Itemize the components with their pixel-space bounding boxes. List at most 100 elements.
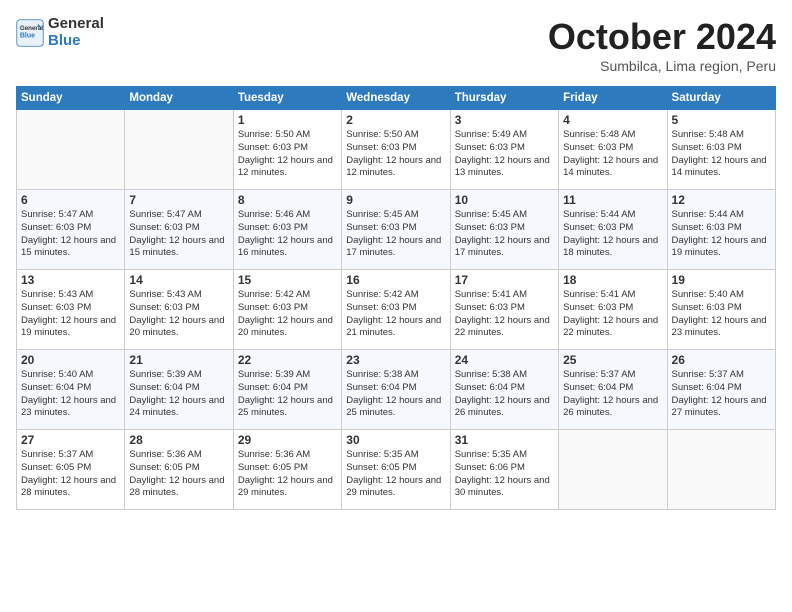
cell-info: Sunrise: 5:50 AM Sunset: 6:03 PM Dayligh…	[238, 129, 337, 180]
day-number: 21	[129, 353, 228, 367]
calendar-week-row: 6 Sunrise: 5:47 AM Sunset: 6:03 PM Daylig…	[17, 190, 776, 270]
calendar-cell: 5 Sunrise: 5:48 AM Sunset: 6:03 PM Daylig…	[667, 110, 775, 190]
month-title: October 2024	[548, 16, 776, 58]
day-number: 6	[21, 193, 120, 207]
cell-info: Sunrise: 5:45 AM Sunset: 6:03 PM Dayligh…	[346, 209, 445, 260]
calendar-cell: 14 Sunrise: 5:43 AM Sunset: 6:03 PM Dayli…	[125, 270, 233, 350]
day-number: 1	[238, 113, 337, 127]
svg-text:Blue: Blue	[20, 32, 35, 39]
cell-info: Sunrise: 5:48 AM Sunset: 6:03 PM Dayligh…	[672, 129, 771, 180]
day-number: 3	[455, 113, 554, 127]
weekday-header: Friday	[559, 87, 667, 110]
day-number: 31	[455, 433, 554, 447]
cell-info: Sunrise: 5:37 AM Sunset: 6:05 PM Dayligh…	[21, 449, 120, 500]
weekday-header: Monday	[125, 87, 233, 110]
weekday-header: Saturday	[667, 87, 775, 110]
logo-text: General Blue	[48, 16, 104, 49]
day-number: 25	[563, 353, 662, 367]
cell-info: Sunrise: 5:42 AM Sunset: 6:03 PM Dayligh…	[238, 289, 337, 340]
day-number: 16	[346, 273, 445, 287]
cell-info: Sunrise: 5:47 AM Sunset: 6:03 PM Dayligh…	[21, 209, 120, 260]
calendar-cell: 3Sunrise: 5:49 AM Sunset: 6:03 PM Daylig…	[450, 110, 558, 190]
calendar-cell: 30 Sunrise: 5:35 AM Sunset: 6:05 PM Dayli…	[342, 430, 450, 510]
title-area: October 2024 Sumbilca, Lima region, Peru	[548, 16, 776, 74]
cell-info: Sunrise: 5:36 AM Sunset: 6:05 PM Dayligh…	[129, 449, 228, 500]
weekday-header: Sunday	[17, 87, 125, 110]
calendar-cell: 24Sunrise: 5:38 AM Sunset: 6:04 PM Dayli…	[450, 350, 558, 430]
calendar-cell: 18 Sunrise: 5:41 AM Sunset: 6:03 PM Dayli…	[559, 270, 667, 350]
calendar-cell: 2 Sunrise: 5:50 AM Sunset: 6:03 PM Daylig…	[342, 110, 450, 190]
calendar: SundayMondayTuesdayWednesdayThursdayFrid…	[16, 86, 776, 510]
cell-info: Sunrise: 5:44 AM Sunset: 6:03 PM Dayligh…	[672, 209, 771, 260]
cell-info: Sunrise: 5:41 AM Sunset: 6:03 PM Dayligh…	[563, 289, 662, 340]
cell-info: Sunrise: 5:40 AM Sunset: 6:03 PM Dayligh…	[672, 289, 771, 340]
cell-info: Sunrise: 5:38 AM Sunset: 6:04 PM Dayligh…	[455, 369, 554, 420]
day-number: 23	[346, 353, 445, 367]
day-number: 9	[346, 193, 445, 207]
day-number: 27	[21, 433, 120, 447]
calendar-cell: 20Sunrise: 5:40 AM Sunset: 6:04 PM Dayli…	[17, 350, 125, 430]
day-number: 15	[238, 273, 337, 287]
calendar-cell	[559, 430, 667, 510]
day-number: 29	[238, 433, 337, 447]
calendar-cell: 1 Sunrise: 5:50 AM Sunset: 6:03 PM Daylig…	[233, 110, 341, 190]
cell-info: Sunrise: 5:46 AM Sunset: 6:03 PM Dayligh…	[238, 209, 337, 260]
day-number: 11	[563, 193, 662, 207]
cell-info: Sunrise: 5:35 AM Sunset: 6:05 PM Dayligh…	[346, 449, 445, 500]
calendar-cell: 4 Sunrise: 5:48 AM Sunset: 6:03 PM Daylig…	[559, 110, 667, 190]
day-number: 18	[563, 273, 662, 287]
calendar-cell	[125, 110, 233, 190]
cell-info: Sunrise: 5:43 AM Sunset: 6:03 PM Dayligh…	[129, 289, 228, 340]
cell-info: Sunrise: 5:41 AM Sunset: 6:03 PM Dayligh…	[455, 289, 554, 340]
cell-info: Sunrise: 5:39 AM Sunset: 6:04 PM Dayligh…	[129, 369, 228, 420]
day-number: 8	[238, 193, 337, 207]
calendar-cell: 25 Sunrise: 5:37 AM Sunset: 6:04 PM Dayli…	[559, 350, 667, 430]
calendar-week-row: 27 Sunrise: 5:37 AM Sunset: 6:05 PM Dayli…	[17, 430, 776, 510]
day-number: 7	[129, 193, 228, 207]
calendar-cell	[667, 430, 775, 510]
weekday-header: Wednesday	[342, 87, 450, 110]
subtitle: Sumbilca, Lima region, Peru	[548, 58, 776, 74]
day-number: 12	[672, 193, 771, 207]
day-number: 2	[346, 113, 445, 127]
calendar-cell: 23 Sunrise: 5:38 AM Sunset: 6:04 PM Dayli…	[342, 350, 450, 430]
calendar-cell: 16 Sunrise: 5:42 AM Sunset: 6:03 PM Dayli…	[342, 270, 450, 350]
calendar-cell: 22 Sunrise: 5:39 AM Sunset: 6:04 PM Dayli…	[233, 350, 341, 430]
day-number: 19	[672, 273, 771, 287]
logo-general-text: General	[48, 16, 104, 33]
calendar-cell	[17, 110, 125, 190]
day-number: 14	[129, 273, 228, 287]
cell-info: Sunrise: 5:45 AM Sunset: 6:03 PM Dayligh…	[455, 209, 554, 260]
calendar-cell: 28 Sunrise: 5:36 AM Sunset: 6:05 PM Dayli…	[125, 430, 233, 510]
cell-info: Sunrise: 5:39 AM Sunset: 6:04 PM Dayligh…	[238, 369, 337, 420]
calendar-cell: 26Sunrise: 5:37 AM Sunset: 6:04 PM Dayli…	[667, 350, 775, 430]
cell-info: Sunrise: 5:36 AM Sunset: 6:05 PM Dayligh…	[238, 449, 337, 500]
day-number: 20	[21, 353, 120, 367]
day-number: 26	[672, 353, 771, 367]
calendar-cell: 15 Sunrise: 5:42 AM Sunset: 6:03 PM Dayli…	[233, 270, 341, 350]
cell-info: Sunrise: 5:50 AM Sunset: 6:03 PM Dayligh…	[346, 129, 445, 180]
day-number: 17	[455, 273, 554, 287]
cell-info: Sunrise: 5:42 AM Sunset: 6:03 PM Dayligh…	[346, 289, 445, 340]
logo-icon: General Blue	[16, 19, 44, 47]
calendar-cell: 10Sunrise: 5:45 AM Sunset: 6:03 PM Dayli…	[450, 190, 558, 270]
header: General Blue General Blue October 2024 S…	[16, 16, 776, 74]
cell-info: Sunrise: 5:38 AM Sunset: 6:04 PM Dayligh…	[346, 369, 445, 420]
day-number: 28	[129, 433, 228, 447]
calendar-week-row: 13Sunrise: 5:43 AM Sunset: 6:03 PM Dayli…	[17, 270, 776, 350]
cell-info: Sunrise: 5:37 AM Sunset: 6:04 PM Dayligh…	[563, 369, 662, 420]
cell-info: Sunrise: 5:48 AM Sunset: 6:03 PM Dayligh…	[563, 129, 662, 180]
calendar-cell: 9 Sunrise: 5:45 AM Sunset: 6:03 PM Daylig…	[342, 190, 450, 270]
calendar-cell: 11Sunrise: 5:44 AM Sunset: 6:03 PM Dayli…	[559, 190, 667, 270]
calendar-cell: 6 Sunrise: 5:47 AM Sunset: 6:03 PM Daylig…	[17, 190, 125, 270]
calendar-cell: 13Sunrise: 5:43 AM Sunset: 6:03 PM Dayli…	[17, 270, 125, 350]
calendar-cell: 8 Sunrise: 5:46 AM Sunset: 6:03 PM Daylig…	[233, 190, 341, 270]
day-number: 5	[672, 113, 771, 127]
day-number: 4	[563, 113, 662, 127]
calendar-cell: 19 Sunrise: 5:40 AM Sunset: 6:03 PM Dayli…	[667, 270, 775, 350]
weekday-header: Tuesday	[233, 87, 341, 110]
day-number: 30	[346, 433, 445, 447]
day-number: 22	[238, 353, 337, 367]
calendar-cell: 12 Sunrise: 5:44 AM Sunset: 6:03 PM Dayli…	[667, 190, 775, 270]
calendar-cell: 21 Sunrise: 5:39 AM Sunset: 6:04 PM Dayli…	[125, 350, 233, 430]
